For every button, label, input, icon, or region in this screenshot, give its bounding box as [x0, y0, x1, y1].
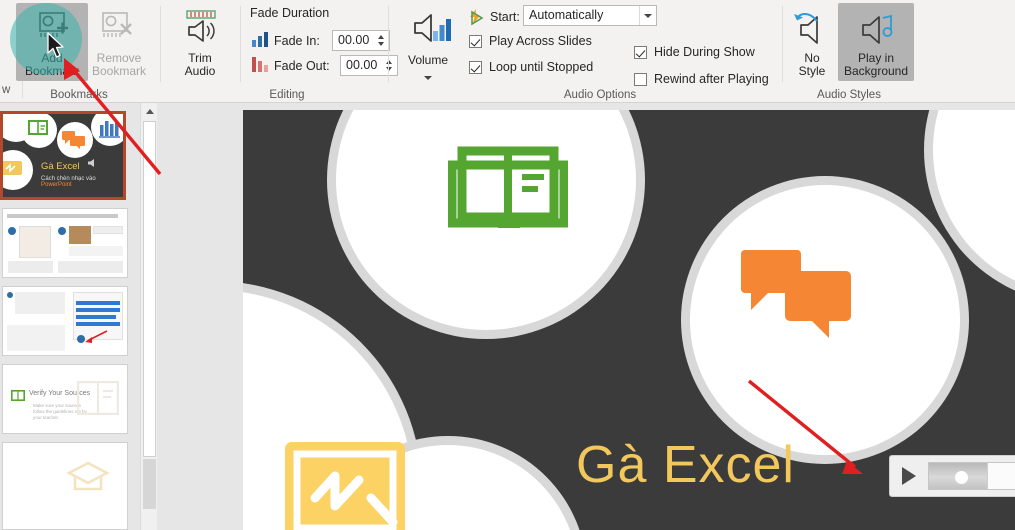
thumbnail-slide-4[interactable]: Verify Your Sources Make sure your sourc… [2, 364, 128, 434]
slide-thumbnail-pane[interactable]: Gà Excel Cách chèn nhạc vào PowerPoint V… [0, 103, 140, 530]
slide-editing-stage: Gà Excel [157, 103, 1015, 530]
audio-playback-control-bar[interactable] [889, 455, 1015, 497]
thumbnail-slide-3[interactable] [2, 286, 128, 356]
loop-until-stopped-checkbox[interactable] [469, 61, 482, 74]
ribbon-group-audio-styles: No Style Play in Background Audio Styles [784, 0, 914, 103]
start-icon [468, 8, 486, 29]
loop-until-stopped-label: Loop until Stopped [489, 60, 594, 74]
book-icon [448, 146, 568, 228]
play-in-background-label: Play in Background [843, 51, 909, 78]
mouse-cursor-icon [46, 32, 68, 63]
group-label-bookmarks: Bookmarks [50, 89, 108, 101]
audio-progress-remaining [987, 463, 1015, 489]
no-style-button[interactable]: No Style [786, 3, 838, 81]
ribbon-playback-tab: w Add Bookm [0, 0, 1015, 103]
thumbnail-1-subtitle: Cách chèn nhạc vào PowerPoint [41, 176, 96, 188]
play-in-background-button[interactable]: Play in Background [838, 3, 914, 81]
ribbon-group-audio-options: Volume Start: Automatically Play Across … [390, 0, 780, 103]
divider [240, 6, 241, 82]
volume-dropdown-arrow-icon[interactable] [393, 72, 463, 80]
trim-audio-icon [165, 9, 235, 45]
group-label-editing: Editing [269, 89, 305, 101]
fade-duration-label: Fade Duration [250, 6, 330, 20]
fade-out-value: 00.00 [346, 58, 378, 72]
fade-in-value: 00.00 [338, 33, 370, 47]
remove-bookmark-label: Remove Bookmark [91, 51, 147, 78]
fade-in-icon [252, 32, 269, 50]
ribbon-group-editing: Trim Audio Fade Duration Fade In: 00.00 [162, 0, 398, 103]
slide-title[interactable]: Gà Excel [576, 435, 795, 495]
remove-bookmark-button[interactable]: Remove Bookmark [78, 3, 160, 81]
fade-in-label: Fade In: [274, 34, 320, 48]
audio-play-button[interactable] [890, 456, 928, 496]
trim-audio-label: Trim Audio [184, 51, 216, 78]
fade-out-label: Fade Out: [274, 59, 330, 73]
thumbnail-slide-1[interactable]: Gà Excel Cách chèn nhạc vào PowerPoint [0, 111, 126, 200]
audio-progress-slider[interactable] [928, 462, 1015, 490]
start-value: Automatically [529, 8, 604, 22]
volume-icon [393, 9, 463, 45]
rewind-after-playing-checkbox[interactable] [634, 73, 647, 86]
hide-during-show-checkbox[interactable] [634, 46, 647, 59]
divider [388, 6, 389, 82]
remove-bookmark-icon [79, 9, 159, 45]
fade-in-spinner[interactable] [375, 31, 387, 50]
fade-in-input[interactable]: 00.00 [332, 30, 390, 51]
thumbnail-slide-5[interactable] [2, 442, 128, 530]
group-label-audio-options: Audio Options [563, 89, 637, 101]
volume-button[interactable]: Volume [392, 3, 464, 81]
scrollbar-thumb[interactable] [143, 459, 156, 509]
thumbnail-1-title: Gà Excel [41, 161, 80, 172]
group-label-audio-styles: Audio Styles [817, 89, 881, 101]
chat-bubbles-icon [741, 250, 851, 338]
play-across-slides-label: Play Across Slides [489, 34, 592, 48]
no-style-icon [787, 9, 837, 45]
scroll-up-arrow-icon[interactable] [141, 103, 158, 120]
fade-out-icon [252, 57, 269, 75]
hide-during-show-label: Hide During Show [654, 45, 755, 59]
trim-audio-button[interactable]: Trim Audio [164, 3, 236, 81]
no-style-label: No Style [798, 51, 826, 78]
whiteboard-icon [285, 442, 405, 530]
current-slide-canvas[interactable]: Gà Excel [243, 110, 1015, 530]
divider [782, 6, 783, 82]
thumbnail-scrollbar[interactable] [140, 103, 157, 530]
rewind-after-playing-label: Rewind after Playing [654, 72, 769, 86]
play-in-background-icon [839, 9, 913, 45]
volume-label: Volume [407, 53, 449, 67]
start-label: Start: [490, 10, 520, 24]
audio-progress-knob[interactable] [955, 471, 968, 484]
start-select[interactable]: Automatically [523, 5, 657, 26]
divider [160, 6, 161, 82]
chevron-down-icon[interactable] [639, 6, 656, 25]
scrollbar-track[interactable] [143, 121, 156, 457]
play-across-slides-checkbox[interactable] [469, 35, 482, 48]
thumbnail-slide-2[interactable] [2, 208, 128, 278]
